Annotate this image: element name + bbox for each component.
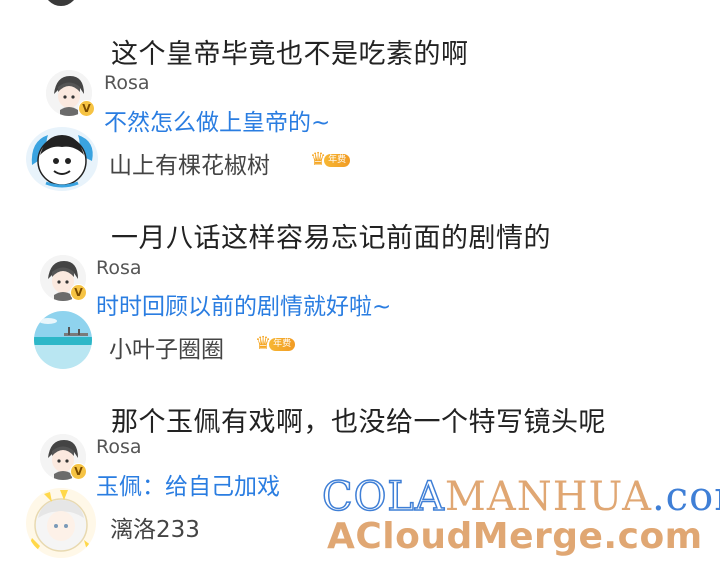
username[interactable]: 山上有棵花椒树 xyxy=(109,146,270,180)
watermark-site-name: COLAMANHUA.com xyxy=(321,473,720,521)
anime-character-avatar-icon xyxy=(28,490,92,554)
comment-text: 那个玉佩有戏啊，也没给一个特写镜头呢 xyxy=(111,407,606,438)
vip-badge-label: 年费 xyxy=(324,153,351,167)
verified-badge: V xyxy=(70,463,87,480)
username[interactable]: 漓洛233 xyxy=(110,510,200,544)
reply-text: 不然怎么做上皇帝的~ xyxy=(104,110,331,136)
watermark-part-com: .com xyxy=(651,474,720,520)
comment-text: 一月八话这样容易忘记前面的剧情的 xyxy=(111,223,551,254)
reply-author[interactable]: Rosa xyxy=(96,257,142,279)
reply-text: 时时回顾以前的剧情就好啦~ xyxy=(96,294,392,320)
watermark-part-cola: COLA xyxy=(321,473,445,521)
verified-badge: V xyxy=(70,284,87,301)
reply-author[interactable]: Rosa xyxy=(104,72,150,94)
avatar[interactable] xyxy=(26,127,98,191)
watermark-acloudmerge: ACloudMerge.com xyxy=(327,516,703,557)
anime-character-avatar-icon xyxy=(31,135,93,188)
verified-badge: V xyxy=(78,100,95,117)
reply-author[interactable]: Rosa xyxy=(96,436,142,458)
comment-text: 这个皇帝毕竟也不是吃素的啊 xyxy=(111,39,469,70)
annual-vip-badge: ♛ 年费 xyxy=(310,151,351,169)
partial-avatar-top xyxy=(44,0,78,6)
avatar[interactable] xyxy=(34,311,92,369)
avatar[interactable] xyxy=(26,488,96,558)
annual-vip-badge: ♛ 年费 xyxy=(255,335,296,353)
vip-badge-label: 年费 xyxy=(269,337,296,351)
watermark-part-manhua: MANHUA xyxy=(444,474,652,520)
username[interactable]: 小叶子圈圈 xyxy=(109,330,224,364)
reply-text: 玉佩：给自己加戏 xyxy=(96,474,280,500)
sea-landscape-avatar-icon xyxy=(34,311,92,369)
